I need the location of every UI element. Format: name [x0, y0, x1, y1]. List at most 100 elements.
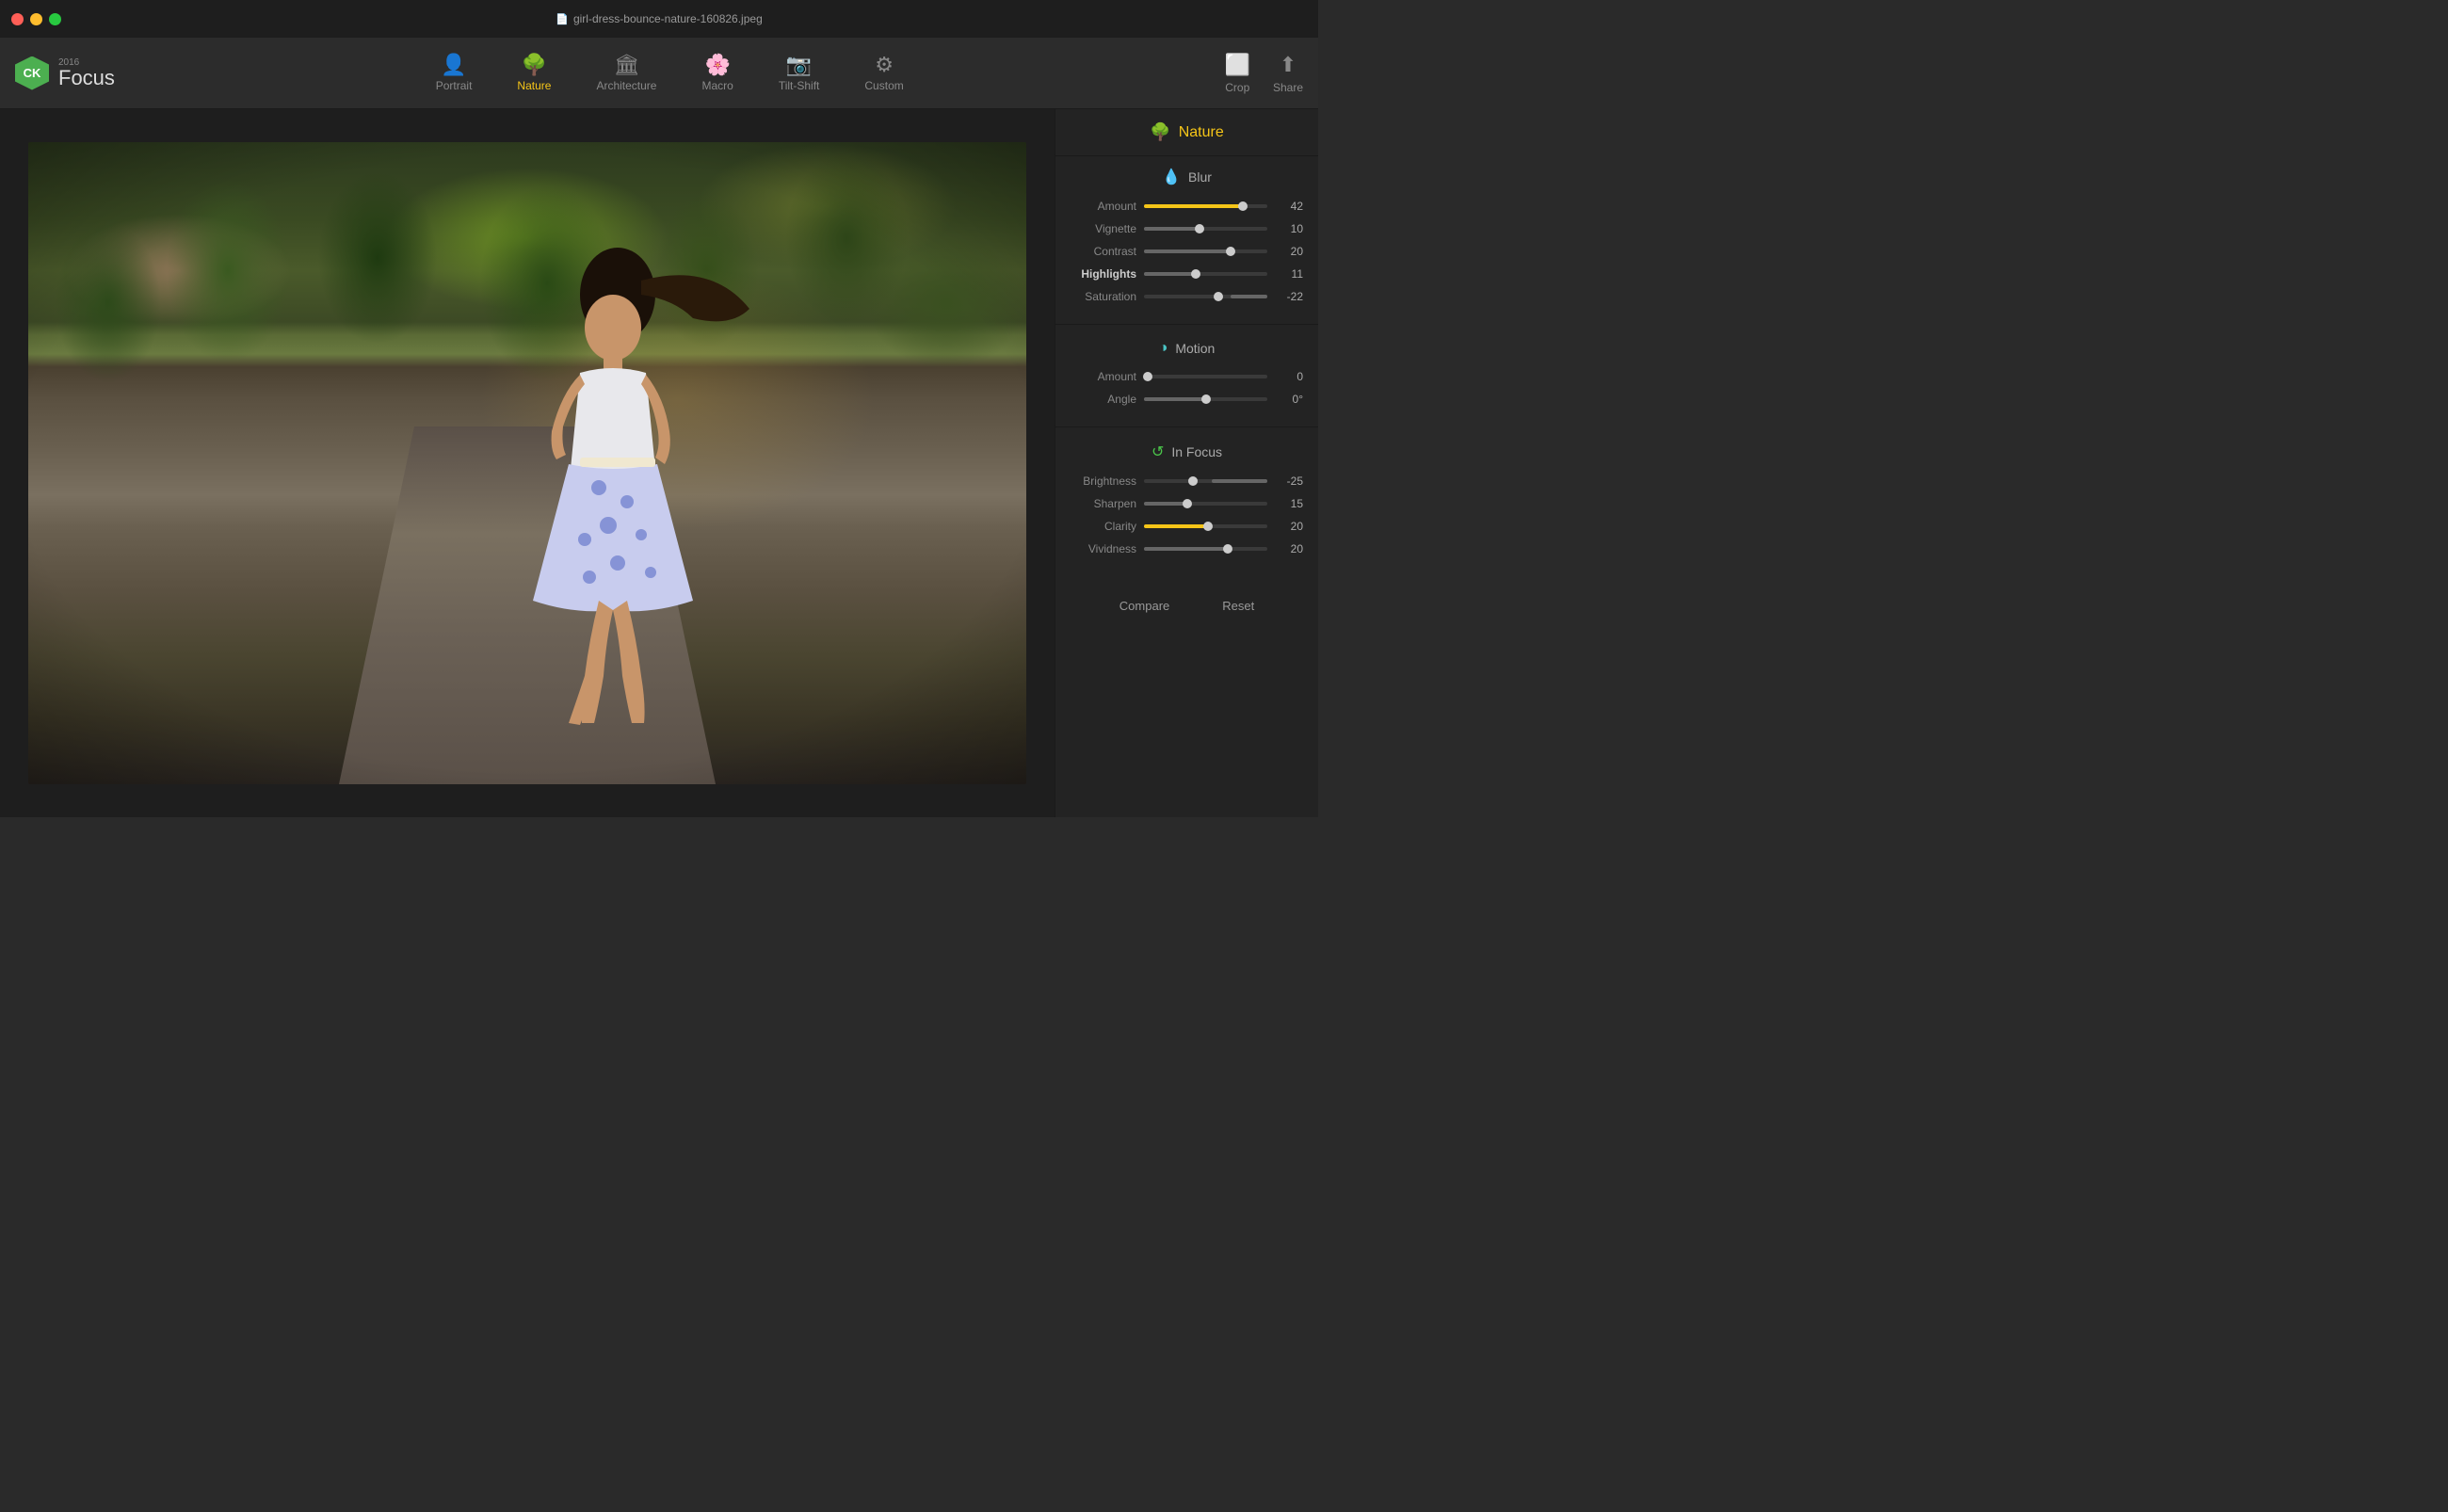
infocus-icon: ↺: [1152, 442, 1164, 461]
motion-angle-label: Angle: [1071, 393, 1136, 406]
nav-tabs: 👤 Portrait 🌳 Nature 🏛 Architecture 🌸 Mac…: [153, 47, 1187, 100]
tab-portrait-label: Portrait: [436, 79, 473, 92]
tab-nature-label: Nature: [517, 79, 551, 92]
vignette-label: Vignette: [1071, 222, 1136, 235]
file-icon: 📄: [556, 13, 569, 25]
blur-icon: 💧: [1162, 168, 1181, 186]
toolbar-right: ⬜ Crop ⬆ Share: [1225, 53, 1303, 94]
clarity-value: 20: [1275, 520, 1303, 533]
logo-icon: CK: [15, 56, 49, 90]
blur-amount-fill: [1144, 204, 1243, 208]
vividness-slider[interactable]: [1144, 547, 1267, 551]
tab-custom[interactable]: ⚙ Custom: [842, 47, 926, 100]
clarity-fill: [1144, 524, 1208, 528]
window-title: 📄 girl-dress-bounce-nature-160826.jpeg: [556, 12, 763, 25]
architecture-icon: 🏛: [614, 55, 640, 75]
clarity-label: Clarity: [1071, 520, 1136, 533]
vividness-row: Vividness 20: [1071, 542, 1303, 555]
portrait-icon: 👤: [441, 55, 466, 75]
motion-section-header: ◑ Motion: [1071, 340, 1303, 357]
sharpen-row: Sharpen 15: [1071, 497, 1303, 510]
bottom-actions: Compare Reset: [1055, 580, 1318, 632]
brightness-value: -25: [1275, 475, 1303, 488]
motion-amount-thumb[interactable]: [1143, 372, 1152, 381]
crop-label: Crop: [1225, 81, 1249, 94]
saturation-label: Saturation: [1071, 290, 1136, 303]
tiltshift-icon: 📷: [786, 55, 812, 75]
brightness-row: Brightness -25: [1071, 475, 1303, 488]
vividness-thumb[interactable]: [1223, 544, 1232, 554]
brightness-thumb[interactable]: [1188, 476, 1198, 486]
maximize-button[interactable]: [49, 13, 61, 25]
photo-container: [15, 124, 1039, 802]
blur-amount-value: 42: [1275, 200, 1303, 213]
tab-nature[interactable]: 🌳 Nature: [494, 47, 573, 100]
reset-button[interactable]: Reset: [1215, 595, 1262, 617]
tab-architecture[interactable]: 🏛 Architecture: [573, 47, 679, 100]
tab-macro[interactable]: 🌸 Macro: [679, 47, 755, 100]
share-icon: ⬆: [1280, 53, 1296, 77]
panel-header-icon: 🌳: [1150, 122, 1170, 142]
panel-header-title: Nature: [1179, 124, 1224, 141]
compare-button[interactable]: Compare: [1112, 595, 1177, 617]
photo-vignette: [28, 142, 1026, 784]
custom-icon: ⚙: [875, 55, 894, 75]
vignette-fill: [1144, 227, 1200, 231]
photo-canvas: [28, 142, 1026, 784]
vignette-thumb[interactable]: [1195, 224, 1204, 233]
blur-amount-slider[interactable]: [1144, 204, 1267, 208]
sharpen-label: Sharpen: [1071, 497, 1136, 510]
brightness-slider[interactable]: [1144, 479, 1267, 483]
contrast-label: Contrast: [1071, 245, 1136, 258]
highlights-thumb[interactable]: [1191, 269, 1200, 279]
motion-angle-thumb[interactable]: [1201, 394, 1211, 404]
tab-macro-label: Macro: [701, 79, 733, 92]
vividness-value: 20: [1275, 542, 1303, 555]
main-area: 🌳 Nature 💧 Blur Amount 42: [0, 109, 1318, 817]
close-button[interactable]: [11, 13, 24, 25]
blur-title: Blur: [1188, 169, 1212, 185]
contrast-slider[interactable]: [1144, 249, 1267, 253]
motion-angle-row: Angle 0°: [1071, 393, 1303, 406]
logo-text: 2016 Focus: [58, 58, 115, 88]
sharpen-slider[interactable]: [1144, 502, 1267, 506]
crop-icon: ⬜: [1225, 53, 1250, 77]
vividness-label: Vividness: [1071, 542, 1136, 555]
motion-amount-slider[interactable]: [1144, 375, 1267, 378]
clarity-thumb[interactable]: [1203, 522, 1213, 531]
saturation-thumb[interactable]: [1214, 292, 1223, 301]
motion-angle-fill: [1144, 397, 1206, 401]
blur-amount-row: Amount 42: [1071, 200, 1303, 213]
clarity-slider[interactable]: [1144, 524, 1267, 528]
contrast-thumb[interactable]: [1226, 247, 1235, 256]
vignette-value: 10: [1275, 222, 1303, 235]
vividness-fill: [1144, 547, 1228, 551]
infocus-section: ↺ In Focus Brightness -25 Sharpen: [1055, 431, 1318, 572]
blur-amount-thumb[interactable]: [1238, 201, 1248, 211]
tab-custom-label: Custom: [864, 79, 903, 92]
sharpen-value: 15: [1275, 497, 1303, 510]
sharpen-thumb[interactable]: [1183, 499, 1192, 508]
tab-portrait[interactable]: 👤 Portrait: [413, 47, 495, 100]
share-button[interactable]: ⬆ Share: [1273, 53, 1303, 94]
highlights-value: 11: [1275, 267, 1303, 281]
highlights-label: Highlights: [1071, 267, 1136, 281]
logo-area: CK 2016 Focus: [15, 56, 115, 90]
saturation-slider[interactable]: [1144, 295, 1267, 298]
motion-section: ◑ Motion Amount 0 Angle: [1055, 329, 1318, 423]
saturation-row: Saturation -22: [1071, 290, 1303, 303]
motion-title: Motion: [1175, 341, 1215, 356]
tab-tiltshift-label: Tilt-Shift: [779, 79, 820, 92]
blur-section: 💧 Blur Amount 42 Vignette: [1055, 156, 1318, 320]
vignette-row: Vignette 10: [1071, 222, 1303, 235]
tab-tilt-shift[interactable]: 📷 Tilt-Shift: [756, 47, 843, 100]
motion-amount-value: 0: [1275, 370, 1303, 383]
highlights-slider[interactable]: [1144, 272, 1267, 276]
motion-angle-slider[interactable]: [1144, 397, 1267, 401]
minimize-button[interactable]: [30, 13, 42, 25]
saturation-value: -22: [1275, 290, 1303, 303]
vignette-slider[interactable]: [1144, 227, 1267, 231]
highlights-fill: [1144, 272, 1196, 276]
crop-button[interactable]: ⬜ Crop: [1225, 53, 1250, 94]
blur-amount-label: Amount: [1071, 200, 1136, 213]
